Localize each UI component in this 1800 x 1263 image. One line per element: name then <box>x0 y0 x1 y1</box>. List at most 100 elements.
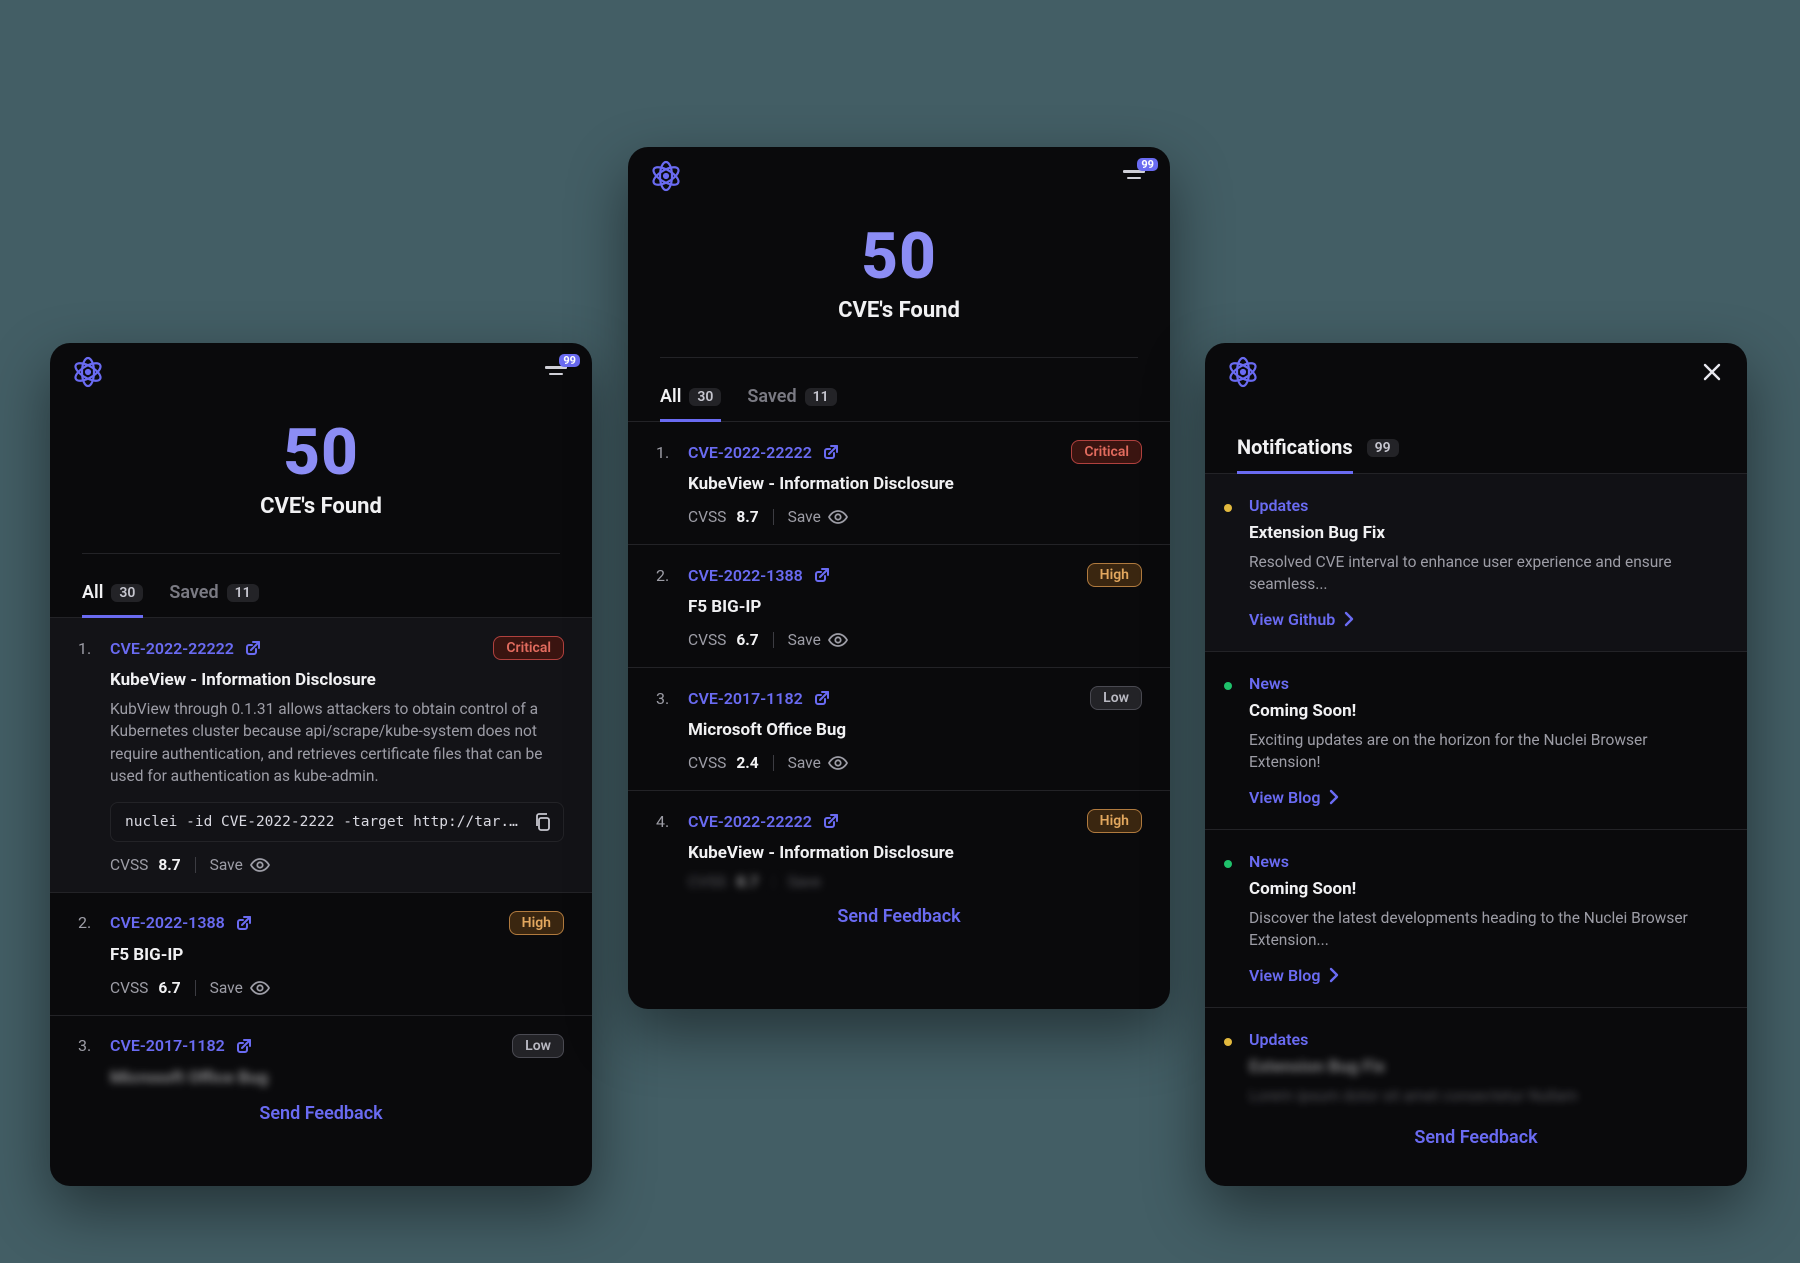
send-feedback-link[interactable]: Send Feedback <box>1205 1127 1747 1148</box>
notification-title: Coming Soon! <box>1249 879 1715 899</box>
copy-icon[interactable] <box>533 812 553 832</box>
notification-description: Resolved CVE interval to enhance user ex… <box>1249 551 1715 596</box>
send-feedback-link[interactable]: Send Feedback <box>50 1103 592 1124</box>
save-button[interactable]: Save <box>210 856 270 874</box>
cve-row-faded: 4. CVE-2022-22222 High KubeView - Inform… <box>628 791 1170 941</box>
divider <box>195 857 196 873</box>
notification-description-blurred: Lorem ipsum dolor sit amet consectetur N… <box>1249 1085 1715 1107</box>
external-link-icon[interactable] <box>235 1037 253 1055</box>
save-button[interactable]: Save <box>788 631 848 649</box>
notification-row[interactable]: News Coming Soon! Discover the latest de… <box>1205 830 1747 1008</box>
external-link-icon[interactable] <box>813 566 831 584</box>
severity-badge: Low <box>1090 686 1142 710</box>
tab-label: All <box>660 386 681 407</box>
cve-row[interactable]: 3. CVE-2017-1182 Low Microsoft Office Bu… <box>628 668 1170 791</box>
tab-label: Saved <box>169 582 218 603</box>
cve-row[interactable]: 2. CVE-2022-1388 High F5 BIG-IP CVSS 6.7… <box>50 893 592 1016</box>
cve-id-link[interactable]: CVE-2022-22222 <box>688 443 812 462</box>
cve-id-link[interactable]: CVE-2017-1182 <box>110 1036 225 1055</box>
row-footer: CVSS 8.7 Save <box>110 856 564 874</box>
chevron-right-icon <box>1341 610 1355 628</box>
cve-count-label: CVE's Found <box>628 298 1170 323</box>
notification-category: Updates <box>1249 496 1715 515</box>
divider <box>195 980 196 996</box>
external-link-icon[interactable] <box>235 914 253 932</box>
severity-badge: Low <box>512 1034 564 1058</box>
severity-badge: High <box>1087 809 1142 833</box>
eye-icon <box>250 856 270 874</box>
tab-all[interactable]: All 30 <box>82 582 143 618</box>
external-link-icon[interactable] <box>813 689 831 707</box>
external-link-icon[interactable] <box>822 443 840 461</box>
tab-saved[interactable]: Saved 11 <box>747 386 836 422</box>
cve-row[interactable]: 1. CVE-2022-22222 Critical KubeView - In… <box>50 618 592 893</box>
notification-title: Coming Soon! <box>1249 701 1715 721</box>
cve-id-link[interactable]: CVE-2022-22222 <box>688 812 812 831</box>
save-label: Save <box>210 979 243 997</box>
filter-button[interactable]: 99 <box>1120 166 1148 186</box>
topbar: 99 <box>50 343 592 401</box>
notification-category: News <box>1249 674 1715 693</box>
status-dot-icon <box>1224 682 1232 690</box>
cvss-label-blurred: CVSS <box>688 873 726 891</box>
cve-count-label: CVE's Found <box>50 494 592 519</box>
cve-id-link[interactable]: CVE-2022-1388 <box>110 913 225 932</box>
link-label: View Github <box>1249 610 1335 629</box>
notification-category: Updates <box>1249 1030 1715 1049</box>
status-dot-icon <box>1224 1038 1232 1046</box>
notification-description: Discover the latest developments heading… <box>1249 907 1715 952</box>
tab-count: 11 <box>227 584 259 602</box>
row-footer: CVSS 6.7 Save <box>110 979 564 997</box>
row-index: 3. <box>656 689 678 708</box>
save-label: Save <box>788 508 821 526</box>
cve-id-link[interactable]: CVE-2017-1182 <box>688 689 803 708</box>
tab-count: 30 <box>689 388 721 406</box>
cve-count: 50 <box>628 219 1170 294</box>
tabs: All 30 Saved 11 <box>50 554 592 618</box>
notification-description: Exciting updates are on the horizon for … <box>1249 729 1715 774</box>
cve-id-link[interactable]: CVE-2022-22222 <box>110 639 234 658</box>
external-link-icon[interactable] <box>244 639 262 657</box>
save-button[interactable]: Save <box>788 508 848 526</box>
save-button[interactable]: Save <box>788 754 848 772</box>
notification-link[interactable]: View Blog <box>1249 788 1715 807</box>
cvss-label: CVSS <box>688 631 726 649</box>
save-label: Save <box>788 754 821 772</box>
topbar: 99 <box>628 147 1170 205</box>
row-index: 2. <box>656 566 678 585</box>
row-index: 2. <box>78 913 100 932</box>
tab-all[interactable]: All 30 <box>660 386 721 422</box>
tab-label: All <box>82 582 103 603</box>
cvss-score: 8.7 <box>736 508 758 526</box>
cvss-score: 2.4 <box>736 754 758 772</box>
notification-row[interactable]: Updates Extension Bug Fix Resolved CVE i… <box>1205 474 1747 652</box>
cve-row[interactable]: 1. CVE-2022-22222 Critical KubeView - In… <box>628 422 1170 545</box>
link-label: View Blog <box>1249 788 1320 807</box>
filter-button[interactable]: 99 <box>542 362 570 382</box>
cvss-label: CVSS <box>688 508 726 526</box>
severity-badge: High <box>509 911 564 935</box>
filter-badge: 99 <box>559 354 580 367</box>
cvss-score: 6.7 <box>158 979 180 997</box>
notification-link[interactable]: View Blog <box>1249 966 1715 985</box>
status-dot-icon <box>1224 860 1232 868</box>
cve-title: KubeView - Information Disclosure <box>110 670 564 690</box>
close-button[interactable] <box>1699 359 1725 385</box>
cve-title-blurred: Microsoft Office Bug <box>110 1068 564 1088</box>
panel-cve-compact: 99 50 CVE's Found All 30 Saved 11 1. CVE… <box>628 147 1170 1009</box>
cve-id-link[interactable]: CVE-2022-1388 <box>688 566 803 585</box>
save-label: Save <box>788 631 821 649</box>
cvss-label: CVSS <box>688 754 726 772</box>
save-label: Save <box>210 856 243 874</box>
filter-badge: 99 <box>1137 158 1158 171</box>
send-feedback-link[interactable]: Send Feedback <box>628 906 1170 927</box>
external-link-icon[interactable] <box>822 812 840 830</box>
tab-saved[interactable]: Saved 11 <box>169 582 258 618</box>
cve-title: Microsoft Office Bug <box>688 720 1142 740</box>
eye-icon <box>828 754 848 772</box>
save-button[interactable]: Save <box>210 979 270 997</box>
cve-row[interactable]: 2. CVE-2022-1388 High F5 BIG-IP CVSS 6.7… <box>628 545 1170 668</box>
notification-row[interactable]: News Coming Soon! Exciting updates are o… <box>1205 652 1747 830</box>
row-header: 2. CVE-2022-1388 High <box>78 911 564 935</box>
notification-link[interactable]: View Github <box>1249 610 1715 629</box>
